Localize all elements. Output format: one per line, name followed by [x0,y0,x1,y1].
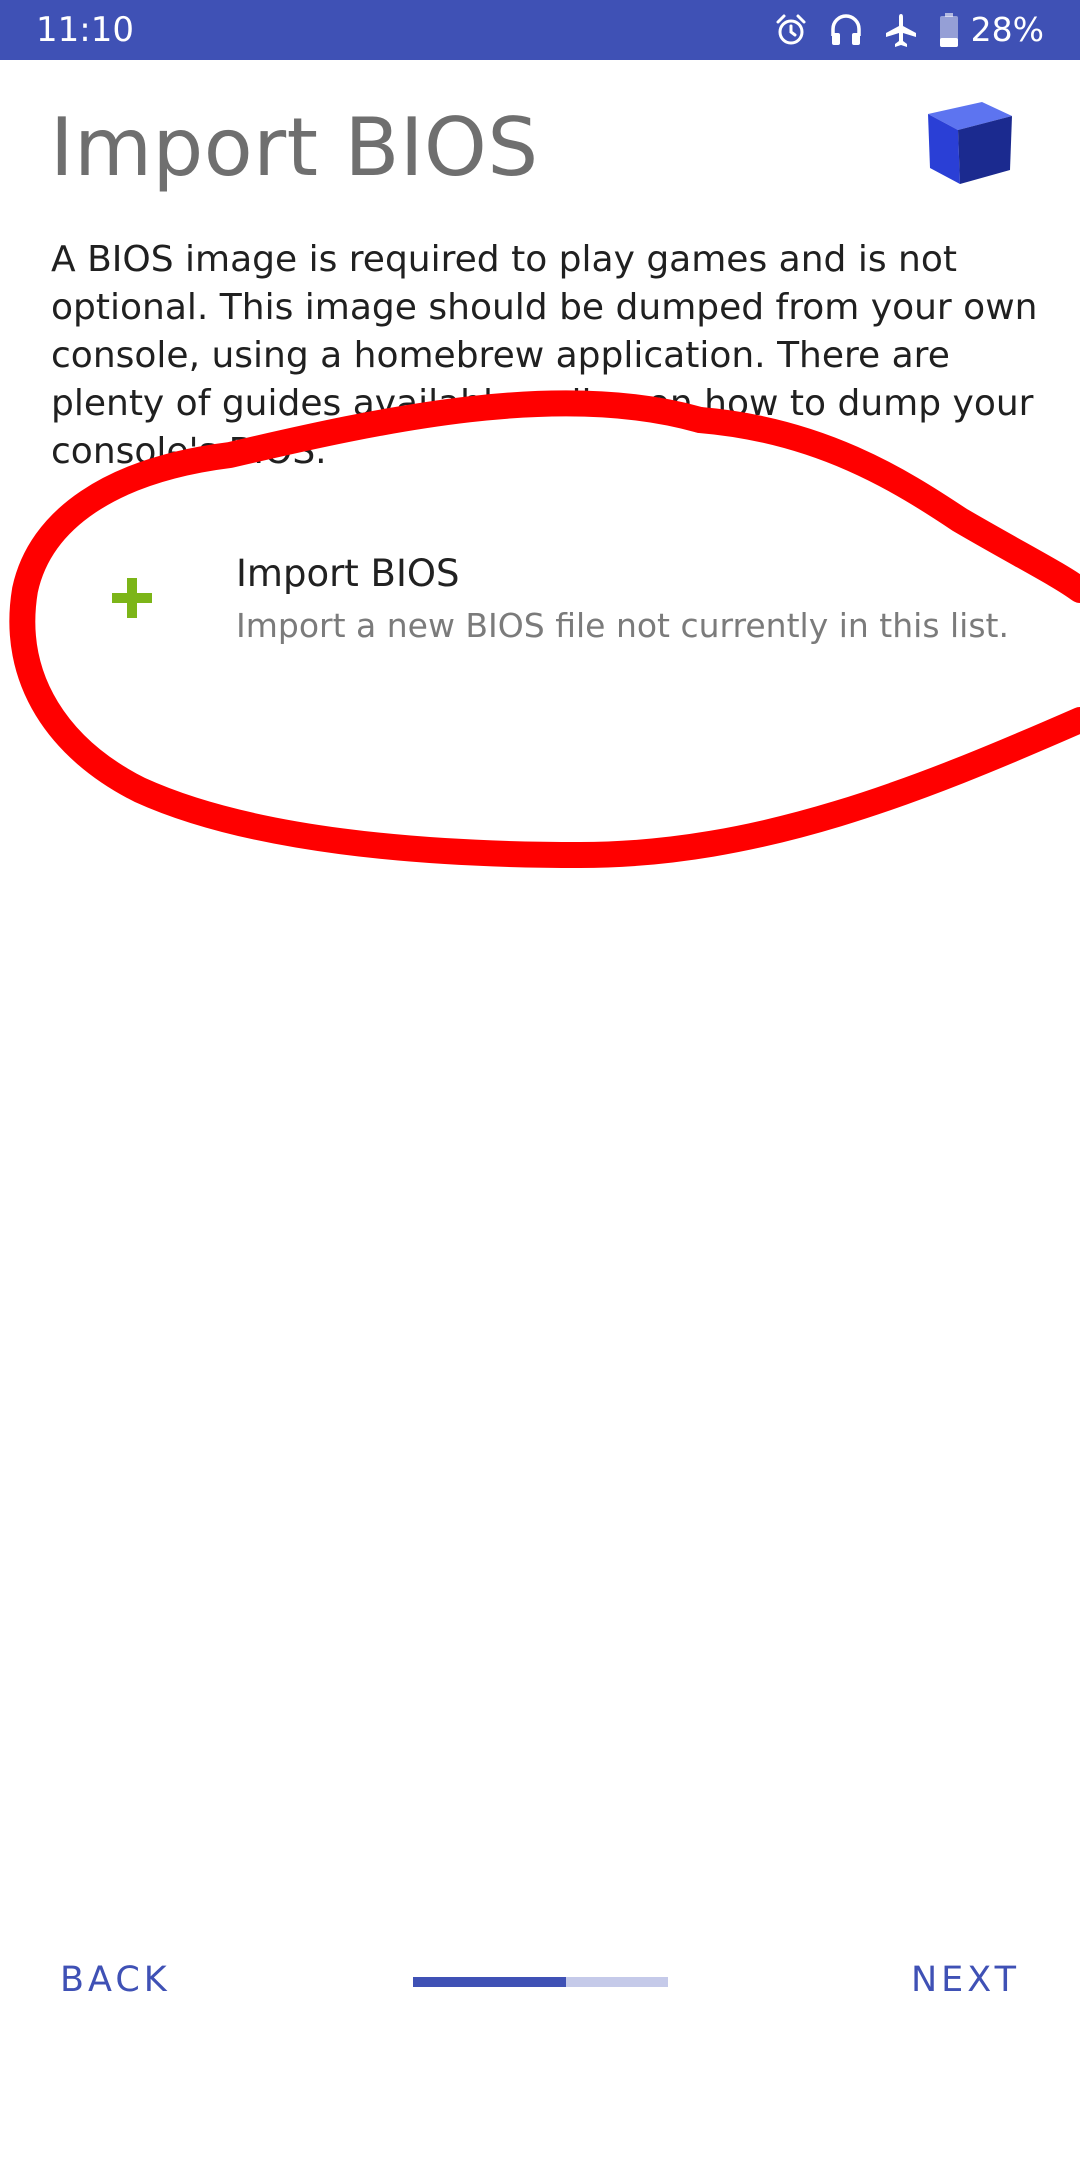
plus-icon [112,578,152,618]
import-item-title: Import BIOS [236,552,460,595]
status-time: 11:10 [36,10,134,50]
airplane-icon [885,14,916,47]
setup-screen: 11:10 28% Import BIOS A BIOS image is re… [0,0,1080,2160]
status-bar: 11:10 28% [0,0,1080,60]
back-button[interactable]: BACK [60,1958,171,2002]
page-title: Import BIOS [50,101,539,194]
battery-percentage: 28% [970,10,1044,49]
headset-icon [830,14,861,45]
step-progress-fill [413,1977,566,1987]
step-progress [413,1977,668,1987]
description-text: A BIOS image is required to play games a… [51,239,1038,472]
status-icons: 28% [773,8,1044,52]
alarm-icon [776,14,806,45]
wizard-navigation: BACK NEXT [0,1940,1080,2020]
battery-icon [939,13,958,47]
next-button[interactable]: NEXT [911,1958,1020,2002]
import-item-subtitle: Import a new BIOS file not currently in … [236,606,1009,645]
cube-logo-icon [928,102,1012,184]
import-bios-item[interactable]: Import BIOS Import a new BIOS file not c… [0,530,1080,660]
